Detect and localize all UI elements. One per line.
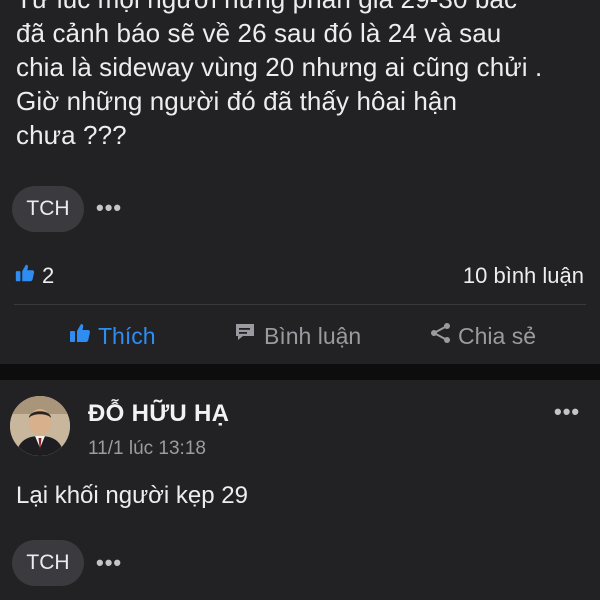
thumbs-up-icon <box>14 262 36 290</box>
share-button-label: Chia sẻ <box>458 322 536 349</box>
post-body-line: Giờ những người đó đã thấy hôai hận <box>16 86 458 116</box>
comment-text: Lại khối người kẹp 29 <box>16 482 248 509</box>
comment-button-label: Bình luận <box>264 322 362 349</box>
comment-author[interactable]: ĐỖ HỮU HẠ <box>88 400 229 428</box>
like-button[interactable]: Thích <box>68 320 156 352</box>
comment-button[interactable]: Bình luận <box>234 320 361 352</box>
post-body: Từ lúc mọi người hừng phấn giá 29-30 bác… <box>16 0 590 152</box>
share-icon <box>430 322 452 350</box>
comment-more-options-icon[interactable]: ••• <box>554 401 580 423</box>
avatar[interactable] <box>10 396 70 456</box>
post-card: Từ lúc mọi người hừng phấn giá 29-30 bác… <box>0 0 600 364</box>
comment-chip-more-icon[interactable]: ••• <box>96 552 122 574</box>
comment-timestamp: 11/1 lúc 13:18 <box>88 438 206 459</box>
like-count: 2 <box>42 263 55 288</box>
comment-icon <box>234 322 258 350</box>
post-body-line: đã cảnh báo sẽ về 26 sau đó là 24 và sau <box>16 18 502 48</box>
more-options-icon[interactable]: ••• <box>96 197 122 219</box>
divider <box>14 304 586 305</box>
share-button[interactable]: Chia sẻ <box>430 320 536 352</box>
like-summary[interactable]: 2 <box>14 262 54 290</box>
post-body-line: chưa ??? <box>16 120 127 150</box>
comment-card: ĐỖ HỮU HẠ 11/1 lúc 13:18 ••• Lại khối ng… <box>0 380 600 600</box>
comment-reaction-chip[interactable]: TCH <box>12 540 84 586</box>
reaction-chip[interactable]: TCH <box>12 186 84 232</box>
post-body-line: Từ lúc mọi người hừng phấn giá 29-30 bác <box>16 0 590 16</box>
thumbs-up-icon <box>68 321 92 351</box>
like-button-label: Thích <box>98 322 156 349</box>
comment-count[interactable]: 10 bình luận <box>463 262 584 290</box>
post-body-line: chia là sideway vùng 20 nhưng ai cũng ch… <box>16 52 543 82</box>
